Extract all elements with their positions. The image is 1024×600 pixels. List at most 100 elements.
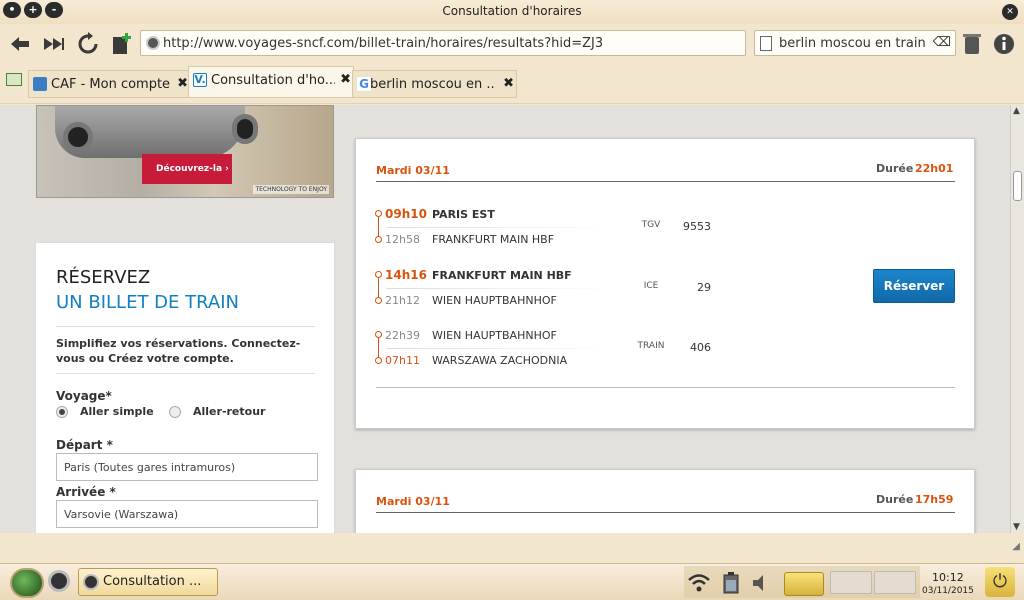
workspace-1[interactable]: [830, 571, 872, 594]
divider: [56, 326, 315, 327]
result-card: Mardi 03/11 Durée 17h59: [355, 469, 975, 533]
window-close-button[interactable]: ✕: [1002, 4, 1018, 20]
drive-icon[interactable]: [784, 572, 824, 596]
leg-divider: [386, 227, 616, 228]
search-bar[interactable]: berlin moscou en train ⌫: [754, 30, 956, 56]
divider: [56, 373, 315, 374]
close-tab-icon[interactable]: ✖: [503, 76, 514, 91]
url-bar[interactable]: http://www.voyages-sncf.com/billet-train…: [140, 30, 746, 56]
back-arrow-icon[interactable]: [8, 32, 32, 56]
booking-form: RÉSERVEZ UN BILLET DE TRAIN Simplifiez v…: [35, 242, 335, 533]
return-label[interactable]: Aller-retour: [193, 405, 265, 418]
scroll-thumb[interactable]: [1013, 171, 1022, 201]
result-date: Mardi 03/11: [376, 495, 450, 508]
tab-group-folder-icon[interactable]: [6, 73, 22, 86]
page-scrollbar[interactable]: ▲ ▼: [1010, 105, 1024, 533]
reserve-button[interactable]: Réserver: [873, 269, 955, 303]
tab-google-search[interactable]: G berlin moscou en ... ✖: [352, 70, 517, 98]
tab-caf[interactable]: CAF - Mon compte ✖: [28, 70, 191, 98]
duration-value: 17h59: [915, 493, 954, 506]
booking-subtitle: UN BILLET DE TRAIN: [56, 292, 239, 313]
duration-value: 22h01: [915, 162, 954, 175]
arrival-station: WARSZAWA ZACHODNIA: [432, 354, 568, 367]
depart-field[interactable]: Paris (Toutes gares intramuros): [56, 453, 318, 481]
clock-date[interactable]: 03/11/2015: [922, 586, 974, 596]
close-tab-icon[interactable]: ✖: [177, 76, 188, 91]
scroll-up-icon[interactable]: ▲: [1013, 106, 1020, 116]
tab-label: berlin moscou en ...: [370, 77, 496, 92]
train-type: TGV: [641, 220, 661, 230]
arrival-time: 07h11: [385, 354, 420, 367]
train-number: 29: [697, 281, 711, 294]
departure-station: FRANKFURT MAIN HBF: [432, 269, 572, 282]
ad-tagline: TECHNOLOGY TO ENJOY: [253, 185, 329, 194]
return-radio[interactable]: [169, 406, 181, 418]
clock-time[interactable]: 10:12: [932, 571, 964, 584]
battery-icon[interactable]: [720, 572, 742, 594]
ad-banner[interactable]: Découvrez-la › TECHNOLOGY TO ENJOY: [36, 105, 334, 198]
caf-favicon-icon: [33, 77, 47, 91]
browser-launcher-icon[interactable]: [48, 570, 70, 592]
taskbar-window-item[interactable]: Consultation ...: [78, 568, 218, 596]
clear-search-icon[interactable]: ⌫: [933, 35, 951, 50]
browser-window-icon: [83, 574, 99, 590]
ad-car-wheel: [232, 114, 258, 144]
train-number: 9553: [683, 220, 711, 233]
arrival-dot-icon: [375, 297, 382, 304]
volume-icon[interactable]: [750, 572, 772, 594]
voyage-label: Voyage*: [56, 389, 112, 403]
reload-icon[interactable]: [76, 32, 100, 56]
departure-dot-icon: [375, 331, 382, 338]
booking-title: RÉSERVEZ: [56, 267, 151, 288]
resize-grip-icon[interactable]: ◢: [1012, 541, 1020, 552]
result-card: Mardi 03/11 Durée 22h01 09h10 PARIS EST …: [355, 138, 975, 429]
bookmark-add-icon[interactable]: [110, 32, 134, 56]
window-title: Consultation d'horaires: [442, 4, 582, 18]
one-way-radio[interactable]: [56, 406, 68, 418]
wifi-icon[interactable]: [686, 572, 712, 594]
search-engine-icon[interactable]: [760, 36, 772, 51]
start-menu-button[interactable]: [10, 568, 44, 598]
tab-label: CAF - Mon compte: [51, 77, 171, 92]
departure-time: 09h10: [385, 207, 427, 221]
info-icon[interactable]: [992, 32, 1016, 56]
departure-station: WIEN HAUPTBAHNHOF: [432, 329, 557, 342]
sncf-favicon-icon: V.: [193, 73, 207, 87]
arrival-dot-icon: [375, 236, 382, 243]
status-bar: ◢: [0, 533, 1024, 563]
tab-label: Consultation d'ho...: [211, 73, 335, 88]
arrival-station: WIEN HAUPTBAHNHOF: [432, 294, 557, 307]
site-identity-icon[interactable]: [146, 36, 160, 50]
card-divider: [376, 181, 955, 182]
train-number: 406: [690, 341, 711, 354]
taskbar-window-label: Consultation ...: [103, 574, 202, 589]
duration-label: Durée: [876, 493, 914, 506]
close-tab-icon[interactable]: ✖: [340, 72, 351, 87]
trash-icon[interactable]: [960, 32, 984, 56]
ad-discover-button[interactable]: Découvrez-la ›: [142, 154, 232, 184]
arrival-dot-icon: [375, 357, 382, 364]
departure-dot-icon: [375, 210, 382, 217]
tab-consultation[interactable]: V. Consultation d'ho... ✖: [188, 66, 354, 98]
tab-bar: CAF - Mon compte ✖ V. Consultation d'ho.…: [0, 64, 1024, 104]
arrival-time: 12h58: [385, 233, 420, 246]
one-way-label[interactable]: Aller simple: [80, 405, 154, 418]
duration-label: Durée: [876, 162, 914, 175]
arrivee-field[interactable]: Varsovie (Warszawa): [56, 500, 318, 528]
ad-car-wheel: [63, 122, 93, 152]
url-text[interactable]: http://www.voyages-sncf.com/billet-train…: [163, 36, 603, 51]
booking-intro: Simplifiez vos réservations. Connectez-v…: [56, 337, 301, 365]
taskbar: Consultation ...: [0, 563, 1024, 600]
result-date: Mardi 03/11: [376, 164, 450, 177]
browser-toolbar: http://www.voyages-sncf.com/billet-train…: [0, 24, 1024, 64]
workspace-2[interactable]: [874, 571, 916, 594]
train-type: TRAIN: [637, 341, 665, 351]
scroll-down-icon[interactable]: ▼: [1013, 522, 1020, 532]
train-type: ICE: [643, 281, 659, 291]
search-input[interactable]: berlin moscou en train: [779, 36, 926, 51]
power-icon[interactable]: ⏻: [985, 567, 1015, 597]
departure-time: 22h39: [385, 329, 420, 342]
fast-forward-icon[interactable]: [42, 32, 66, 56]
google-favicon-icon: G: [357, 77, 371, 91]
arrival-time: 21h12: [385, 294, 420, 307]
